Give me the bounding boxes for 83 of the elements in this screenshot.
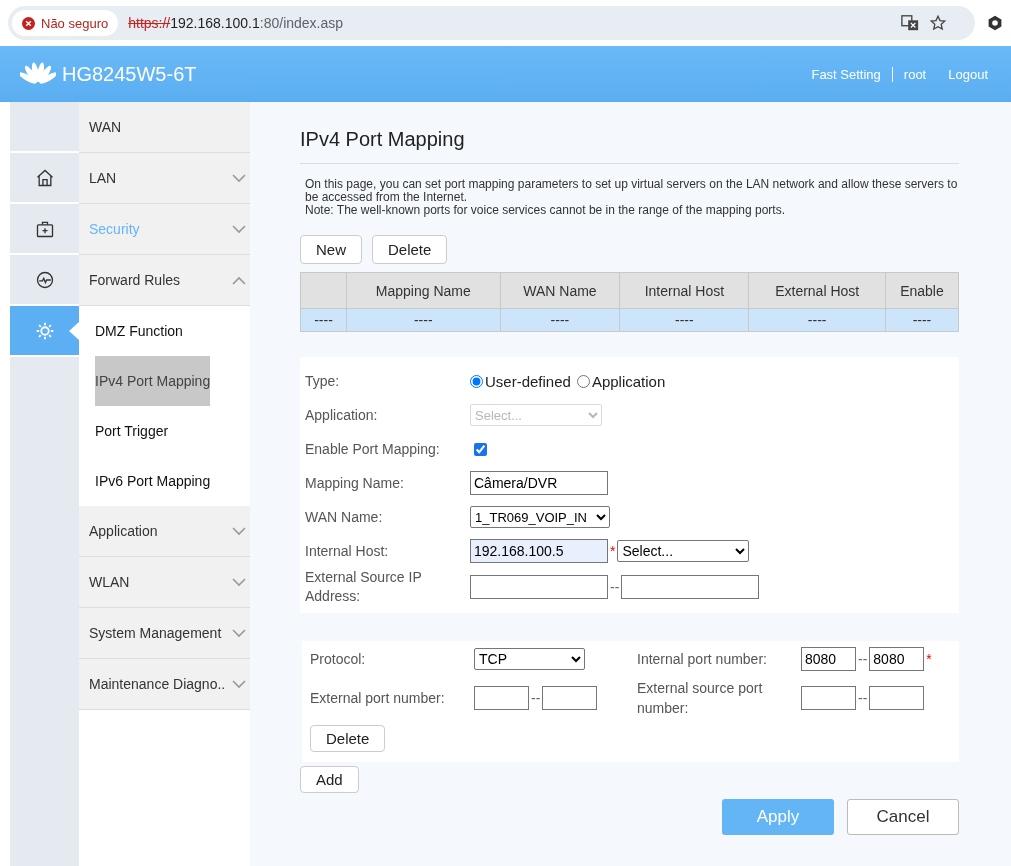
range-end-field[interactable] [542, 686, 598, 710]
product-name: HG8245W5-6T [62, 62, 197, 86]
menu-item[interactable]: LAN [79, 153, 250, 204]
page-title: IPv4 Port Mapping [300, 128, 959, 164]
field-label: Protocol: [310, 650, 367, 669]
home-icon[interactable] [34, 167, 55, 188]
star-icon[interactable] [929, 14, 947, 32]
dropdown[interactable]: 1_TR069_VOIP_IN [470, 506, 610, 528]
chevron-down-icon [232, 526, 246, 536]
menu-item[interactable]: Application [79, 506, 250, 557]
table-header-cell: External Host [748, 272, 886, 309]
ip-address-field[interactable]: 192.168.100.5 [470, 539, 608, 563]
radio-button[interactable] [470, 374, 483, 388]
range-separator: -- [531, 690, 541, 706]
field-label: Internal port number: [637, 650, 768, 669]
table-header-cell: WAN Name [500, 272, 620, 309]
required-marker: * [926, 651, 932, 667]
field-label: Enable Port Mapping: [305, 439, 441, 459]
settings-icon[interactable] [34, 320, 55, 341]
chevron-down-icon [232, 224, 246, 234]
description-text: Note: The well-known ports for voice services cannot be in the range of the mapping ports. [305, 204, 787, 217]
field-label: WAN Name: [305, 507, 384, 527]
error-icon [22, 16, 35, 30]
radio-label[interactable]: Application [591, 372, 666, 390]
table-cell: ---- [619, 308, 749, 332]
menu-item[interactable]: System Management [79, 608, 250, 659]
menu-item[interactable]: WAN [79, 102, 250, 153]
table-cell: ---- [346, 308, 501, 332]
field-label: Application: [305, 405, 379, 425]
delete-button[interactable]: Delete [310, 725, 386, 752]
range-end-field[interactable] [869, 686, 925, 710]
range-separator: -- [858, 651, 868, 667]
menu-item[interactable]: Forward Rules [79, 255, 250, 306]
field-label: External port number: [310, 689, 446, 708]
text-field[interactable]: Câmera/DVR [470, 471, 608, 495]
range-separator: -- [610, 579, 620, 595]
description-text: On this page, you can set port mapping parameters to set up virtual servers on the LAN network and allow these servers to be accessed from the Internet. [305, 178, 959, 204]
range-end-field[interactable]: 8080 [869, 647, 925, 671]
table-cell: ---- [748, 308, 886, 332]
table-header-cell: Enable [885, 272, 959, 309]
chevron-down-icon [232, 173, 246, 183]
table-cell: ---- [500, 308, 620, 332]
table-action-button[interactable]: New [300, 235, 362, 264]
radio-button[interactable] [576, 374, 590, 388]
field-label: External source port number: [637, 679, 764, 718]
translate-icon[interactable] [901, 14, 919, 32]
checkbox[interactable] [474, 442, 487, 456]
chevron-down-icon [232, 628, 246, 638]
field-label: Internal Host: [305, 541, 390, 561]
table-header-cell: Internal Host [619, 272, 749, 309]
field-label: Type: [305, 371, 341, 391]
cancel-button[interactable]: Cancel [847, 799, 959, 835]
submenu-item[interactable]: IPv6 Port Mapping [95, 456, 211, 506]
rail-tab[interactable] [10, 306, 79, 357]
range-start-field[interactable]: 8080 [801, 647, 856, 671]
chevron-up-icon [232, 275, 246, 285]
radio-label[interactable]: User-defined [485, 372, 571, 390]
address-bar-url[interactable]: https://192.168.100.1:80/index.asp [128, 15, 891, 31]
host-dropdown[interactable]: Select... [617, 540, 750, 562]
menu-item[interactable]: WLAN [79, 557, 250, 608]
menu-item[interactable]: Maintenance Diagno.. [79, 659, 250, 710]
required-marker: * [610, 543, 616, 559]
range-start-field[interactable] [470, 575, 608, 599]
add-button[interactable]: Add [300, 766, 359, 793]
protocol-dropdown[interactable]: TCP [474, 648, 585, 670]
table-action-button[interactable]: Delete [372, 235, 448, 264]
pulse-icon[interactable] [34, 269, 55, 290]
range-end-field[interactable] [621, 575, 760, 599]
table-header-cell: Mapping Name [346, 272, 501, 309]
submenu-item[interactable]: IPv4 Port Mapping [95, 356, 211, 406]
chevron-down-icon [232, 577, 246, 587]
extension-icon[interactable] [987, 15, 1003, 31]
table-cell: ---- [300, 308, 347, 332]
field-label: External Source IP Address: [305, 568, 423, 606]
field-label: Mapping Name: [305, 473, 405, 493]
range-start-field[interactable] [801, 686, 856, 710]
submenu-item[interactable]: Port Trigger [95, 406, 169, 456]
chevron-down-icon [232, 679, 246, 689]
range-start-field[interactable] [474, 686, 529, 710]
security-badge[interactable]: Não seguro [12, 10, 119, 36]
submenu-item[interactable]: DMZ Function [95, 306, 183, 356]
security-label: Não seguro [41, 15, 109, 31]
range-separator: -- [858, 690, 868, 706]
